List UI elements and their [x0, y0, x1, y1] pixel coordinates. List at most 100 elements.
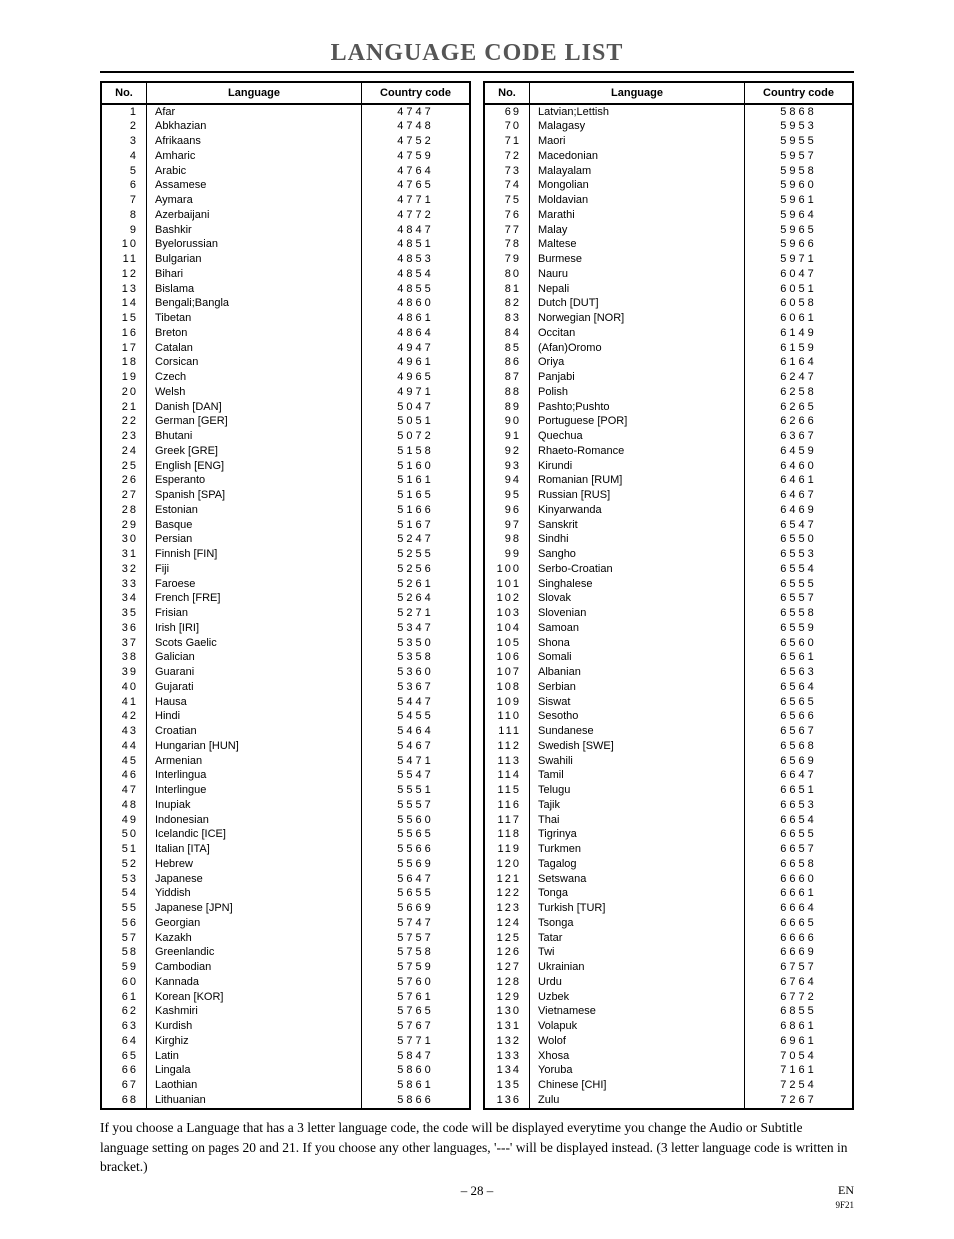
- row-no: 54: [102, 887, 147, 902]
- row-language: Armenian: [147, 754, 362, 769]
- table-row: 48Inupiak5557: [102, 798, 469, 813]
- table-row: 72Macedonian5957: [485, 149, 852, 164]
- row-no: 118: [485, 828, 530, 843]
- table-row: 92Rhaeto-Romance6459: [485, 444, 852, 459]
- row-no: 34: [102, 592, 147, 607]
- row-language: Danish [DAN]: [147, 400, 362, 415]
- row-language: Moldavian: [530, 194, 745, 209]
- table-row: 67Laothian5861: [102, 1079, 469, 1094]
- row-no: 32: [102, 562, 147, 577]
- row-code: 5958: [745, 164, 853, 179]
- table-row: 115Telugu6651: [485, 784, 852, 799]
- row-code: 7161: [745, 1064, 853, 1079]
- row-language: Greenlandic: [147, 946, 362, 961]
- row-language: Byelorussian: [147, 238, 362, 253]
- table-row: 103Slovenian6558: [485, 607, 852, 622]
- row-no: 42: [102, 710, 147, 725]
- row-code: 5051: [362, 415, 470, 430]
- row-no: 68: [102, 1093, 147, 1108]
- table-row: 136Zulu7267: [485, 1093, 852, 1108]
- row-language: Bhutani: [147, 430, 362, 445]
- row-no: 124: [485, 916, 530, 931]
- row-no: 102: [485, 592, 530, 607]
- row-no: 109: [485, 695, 530, 710]
- row-no: 6: [102, 179, 147, 194]
- table-row: 75Moldavian5961: [485, 194, 852, 209]
- row-no: 73: [485, 164, 530, 179]
- table-row: 43Croatian5464: [102, 725, 469, 740]
- row-code: 5566: [362, 843, 470, 858]
- table-row: 62Kashmiri5765: [102, 1005, 469, 1020]
- title-underline: [100, 71, 854, 73]
- row-code: 6664: [745, 902, 853, 917]
- row-code: 6149: [745, 326, 853, 341]
- row-language: Romanian [RUM]: [530, 474, 745, 489]
- row-no: 96: [485, 503, 530, 518]
- table-row: 102Slovak6557: [485, 592, 852, 607]
- row-language: Turkmen: [530, 843, 745, 858]
- row-code: 5565: [362, 828, 470, 843]
- table-row: 45Armenian5471: [102, 754, 469, 769]
- row-language: Hungarian [HUN]: [147, 739, 362, 754]
- row-language: Portuguese [POR]: [530, 415, 745, 430]
- table-row: 110Sesotho6566: [485, 710, 852, 725]
- table-row: 94Romanian [RUM]6461: [485, 474, 852, 489]
- row-code: 6757: [745, 961, 853, 976]
- row-language: Singhalese: [530, 577, 745, 592]
- table-row: 12Bihari4854: [102, 267, 469, 282]
- table-row: 38Galician5358: [102, 651, 469, 666]
- table-row: 21Danish [DAN]5047: [102, 400, 469, 415]
- row-code: 5747: [362, 916, 470, 931]
- table-row: 95Russian [RUS]6467: [485, 489, 852, 504]
- table-row: 64Kirghiz5771: [102, 1034, 469, 1049]
- table-row: 68Lithuanian5866: [102, 1093, 469, 1108]
- table-row: 116Tajik6653: [485, 798, 852, 813]
- row-language: Finnish [FIN]: [147, 548, 362, 563]
- row-language: Maltese: [530, 238, 745, 253]
- row-language: Burmese: [530, 253, 745, 268]
- row-no: 99: [485, 548, 530, 563]
- row-no: 75: [485, 194, 530, 209]
- row-language: Albanian: [530, 666, 745, 681]
- row-code: 5971: [745, 253, 853, 268]
- row-no: 14: [102, 297, 147, 312]
- row-code: 5447: [362, 695, 470, 710]
- row-language: Guarani: [147, 666, 362, 681]
- table-row: 133Xhosa7054: [485, 1049, 852, 1064]
- header-language: Language: [530, 83, 745, 104]
- table-row: 83Norwegian [NOR]6061: [485, 312, 852, 327]
- row-no: 79: [485, 253, 530, 268]
- table-row: 124Tsonga6665: [485, 916, 852, 931]
- row-language: Malay: [530, 223, 745, 238]
- row-language: Mongolian: [530, 179, 745, 194]
- row-code: 5158: [362, 444, 470, 459]
- row-no: 65: [102, 1049, 147, 1064]
- row-no: 29: [102, 518, 147, 533]
- table-row: 96Kinyarwanda6469: [485, 503, 852, 518]
- row-language: Afrikaans: [147, 135, 362, 150]
- row-language: Czech: [147, 371, 362, 386]
- table-row: 24Greek [GRE]5158: [102, 444, 469, 459]
- table-row: 61Korean [KOR]5761: [102, 990, 469, 1005]
- table-row: 87Panjabi6247: [485, 371, 852, 386]
- row-code: 5669: [362, 902, 470, 917]
- table-row: 101Singhalese6555: [485, 577, 852, 592]
- row-no: 56: [102, 916, 147, 931]
- row-code: 6669: [745, 946, 853, 961]
- row-language: Estonian: [147, 503, 362, 518]
- row-code: 5467: [362, 739, 470, 754]
- row-language: Basque: [147, 518, 362, 533]
- table-row: 26Esperanto5161: [102, 474, 469, 489]
- row-no: 71: [485, 135, 530, 150]
- row-no: 131: [485, 1020, 530, 1035]
- row-code: 6651: [745, 784, 853, 799]
- row-no: 2: [102, 120, 147, 135]
- row-code: 5868: [745, 104, 853, 120]
- table-row: 30Persian5247: [102, 533, 469, 548]
- row-language: Zulu: [530, 1093, 745, 1108]
- row-language: Catalan: [147, 341, 362, 356]
- row-language: Indonesian: [147, 813, 362, 828]
- row-no: 35: [102, 607, 147, 622]
- row-code: 4771: [362, 194, 470, 209]
- row-code: 4764: [362, 164, 470, 179]
